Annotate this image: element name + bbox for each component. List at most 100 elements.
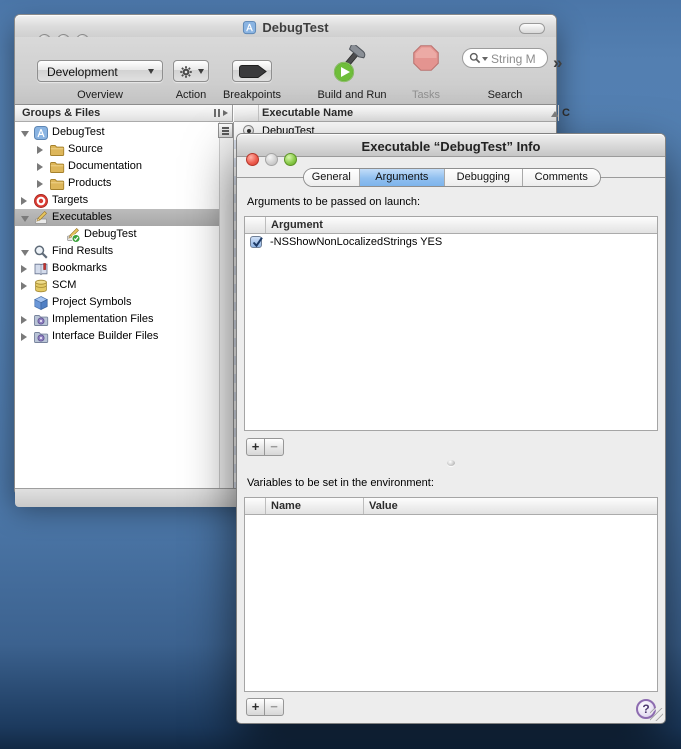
action-label: Action — [176, 89, 207, 101]
resize-grip[interactable] — [650, 708, 663, 721]
sidebar-item-executables[interactable]: Executables — [15, 209, 219, 226]
sidebar-item-label: Bookmarks — [52, 262, 107, 274]
cube-icon — [33, 295, 49, 311]
disclosure-triangle-icon[interactable] — [21, 282, 27, 290]
target-icon — [33, 193, 49, 209]
sidebar-item-targets[interactable]: Targets — [15, 192, 219, 209]
folder-icon — [49, 159, 65, 175]
sidebar-item-documentation[interactable]: Documentation — [15, 158, 219, 175]
info-window-title: Executable “DebugTest” Info — [362, 139, 541, 154]
sidebar-item-label: Implementation Files — [52, 313, 154, 325]
sidebar-item-label: Products — [68, 177, 111, 189]
smart-folder-icon — [33, 329, 49, 345]
executable-name-column-header[interactable]: Executable Name C — [234, 105, 556, 122]
main-window-title: DebugTest — [15, 20, 556, 38]
disclosure-triangle-icon[interactable] — [37, 163, 43, 171]
disclosure-triangle-icon[interactable] — [37, 180, 43, 188]
folder-icon — [49, 176, 65, 192]
chevron-down-icon — [482, 57, 488, 61]
sidebar-collapse-control[interactable] — [212, 108, 228, 119]
sidebar-item-debugtest[interactable]: DebugTest — [15, 124, 219, 141]
toolbar-toggle-pill[interactable] — [519, 23, 545, 34]
chevron-down-icon — [148, 69, 154, 74]
argument-row[interactable]: -NSShowNonLocalizedStrings YES — [245, 234, 657, 251]
splitter-dimple-icon[interactable] — [447, 460, 455, 466]
sidebar-item-label: Targets — [52, 194, 88, 206]
gear-icon — [178, 64, 194, 80]
disclosure-triangle-icon[interactable] — [21, 131, 29, 137]
variables-section-label: Variables to be set in the environment: — [247, 477, 434, 489]
close-icon[interactable] — [246, 153, 259, 166]
info-titlebar[interactable]: Executable “DebugTest” Info — [237, 134, 665, 157]
arguments-table-body: -NSShowNonLocalizedStrings YES — [245, 234, 657, 430]
overview-dropdown[interactable]: Development — [37, 60, 163, 82]
sidebar-item-label: Interface Builder Files — [52, 330, 158, 342]
sidebar-item-label: Executables — [52, 211, 112, 223]
build-and-run-button[interactable] — [331, 45, 373, 90]
breakpoints-label: Breakpoints — [223, 89, 281, 101]
sidebar-item-interface-builder-files[interactable]: Interface Builder Files — [15, 328, 219, 345]
split-view-button[interactable] — [218, 123, 233, 138]
disclosure-triangle-icon[interactable] — [37, 146, 43, 154]
sidebar-item-label: DebugTest — [52, 126, 105, 138]
tab-arguments[interactable]: Arguments — [360, 169, 445, 186]
tab-general[interactable]: General — [304, 169, 360, 186]
project-doc-icon — [242, 20, 257, 38]
disclosure-triangle-icon[interactable] — [21, 316, 27, 324]
scm-icon — [33, 278, 49, 294]
search-label: Search — [488, 89, 523, 101]
search-icon — [469, 52, 481, 64]
sidebar-item-find-results[interactable]: Find Results — [15, 243, 219, 260]
executable-info-window: Executable “DebugTest” Info GeneralArgum… — [236, 133, 666, 724]
tab-comments[interactable]: Comments — [523, 169, 600, 186]
sidebar-item-label: Documentation — [68, 160, 142, 172]
sidebar-item-label: Source — [68, 143, 103, 155]
add-argument-button[interactable]: + — [246, 438, 265, 456]
disclosure-triangle-icon[interactable] — [21, 250, 29, 256]
tasks-label: Tasks — [412, 89, 440, 101]
sidebar-item-project-symbols[interactable]: Project Symbols — [15, 294, 219, 311]
hammer-run-icon — [331, 45, 373, 85]
argument-checkbox[interactable] — [250, 236, 262, 248]
remove-argument-button[interactable]: − — [265, 438, 284, 456]
tab-debugging[interactable]: Debugging — [445, 169, 522, 186]
arguments-table-header[interactable]: Argument — [245, 217, 657, 234]
magnifier-icon — [33, 244, 49, 260]
sidebar-item-bookmarks[interactable]: Bookmarks — [15, 260, 219, 277]
tab-bar: GeneralArgumentsDebuggingComments — [303, 168, 601, 187]
sidebar-item-label: Find Results — [52, 245, 113, 257]
disclosure-triangle-icon[interactable] — [21, 216, 29, 222]
disclosure-triangle-icon[interactable] — [21, 265, 27, 273]
add-variable-button[interactable]: + — [246, 698, 265, 716]
sidebar-item-source[interactable]: Source — [15, 141, 219, 158]
arguments-section-label: Arguments to be passed on launch: — [247, 196, 420, 208]
toolbar-overflow-chevron[interactable]: » — [553, 53, 562, 73]
sidebar-item-label: SCM — [52, 279, 76, 291]
tasks-button — [412, 44, 440, 77]
main-titlebar[interactable]: DebugTest — [15, 15, 556, 38]
sidebar-item-label: DebugTest — [84, 228, 137, 240]
sidebar-item-scm[interactable]: SCM — [15, 277, 219, 294]
zoom-icon[interactable] — [284, 153, 297, 166]
remove-variable-button[interactable]: − — [265, 698, 284, 716]
stop-octagon-icon — [412, 44, 440, 72]
executable-check-icon — [65, 227, 81, 243]
sidebar-scrollbar[interactable] — [219, 122, 233, 488]
sidebar-item-implementation-files[interactable]: Implementation Files — [15, 311, 219, 328]
breakpoints-button[interactable] — [232, 60, 272, 82]
sidebar-item-label: Project Symbols — [52, 296, 131, 308]
arguments-table[interactable]: Argument -NSShowNonLocalizedStrings YES — [244, 216, 658, 431]
book-icon — [33, 261, 49, 277]
folder-icon — [49, 142, 65, 158]
variables-table[interactable]: Name Value — [244, 497, 658, 692]
search-placeholder: String M — [491, 52, 536, 66]
sidebar-item-products[interactable]: Products — [15, 175, 219, 192]
desktop: DebugTest Development Overview Action — [0, 0, 681, 749]
action-button[interactable] — [173, 60, 209, 82]
variables-add-remove: + − — [246, 698, 284, 716]
disclosure-triangle-icon[interactable] — [21, 333, 27, 341]
sidebar-item-debugtest[interactable]: DebugTest — [15, 226, 219, 243]
variables-table-header[interactable]: Name Value — [245, 498, 657, 515]
disclosure-triangle-icon[interactable] — [21, 197, 27, 205]
search-input[interactable]: String M — [462, 48, 548, 68]
